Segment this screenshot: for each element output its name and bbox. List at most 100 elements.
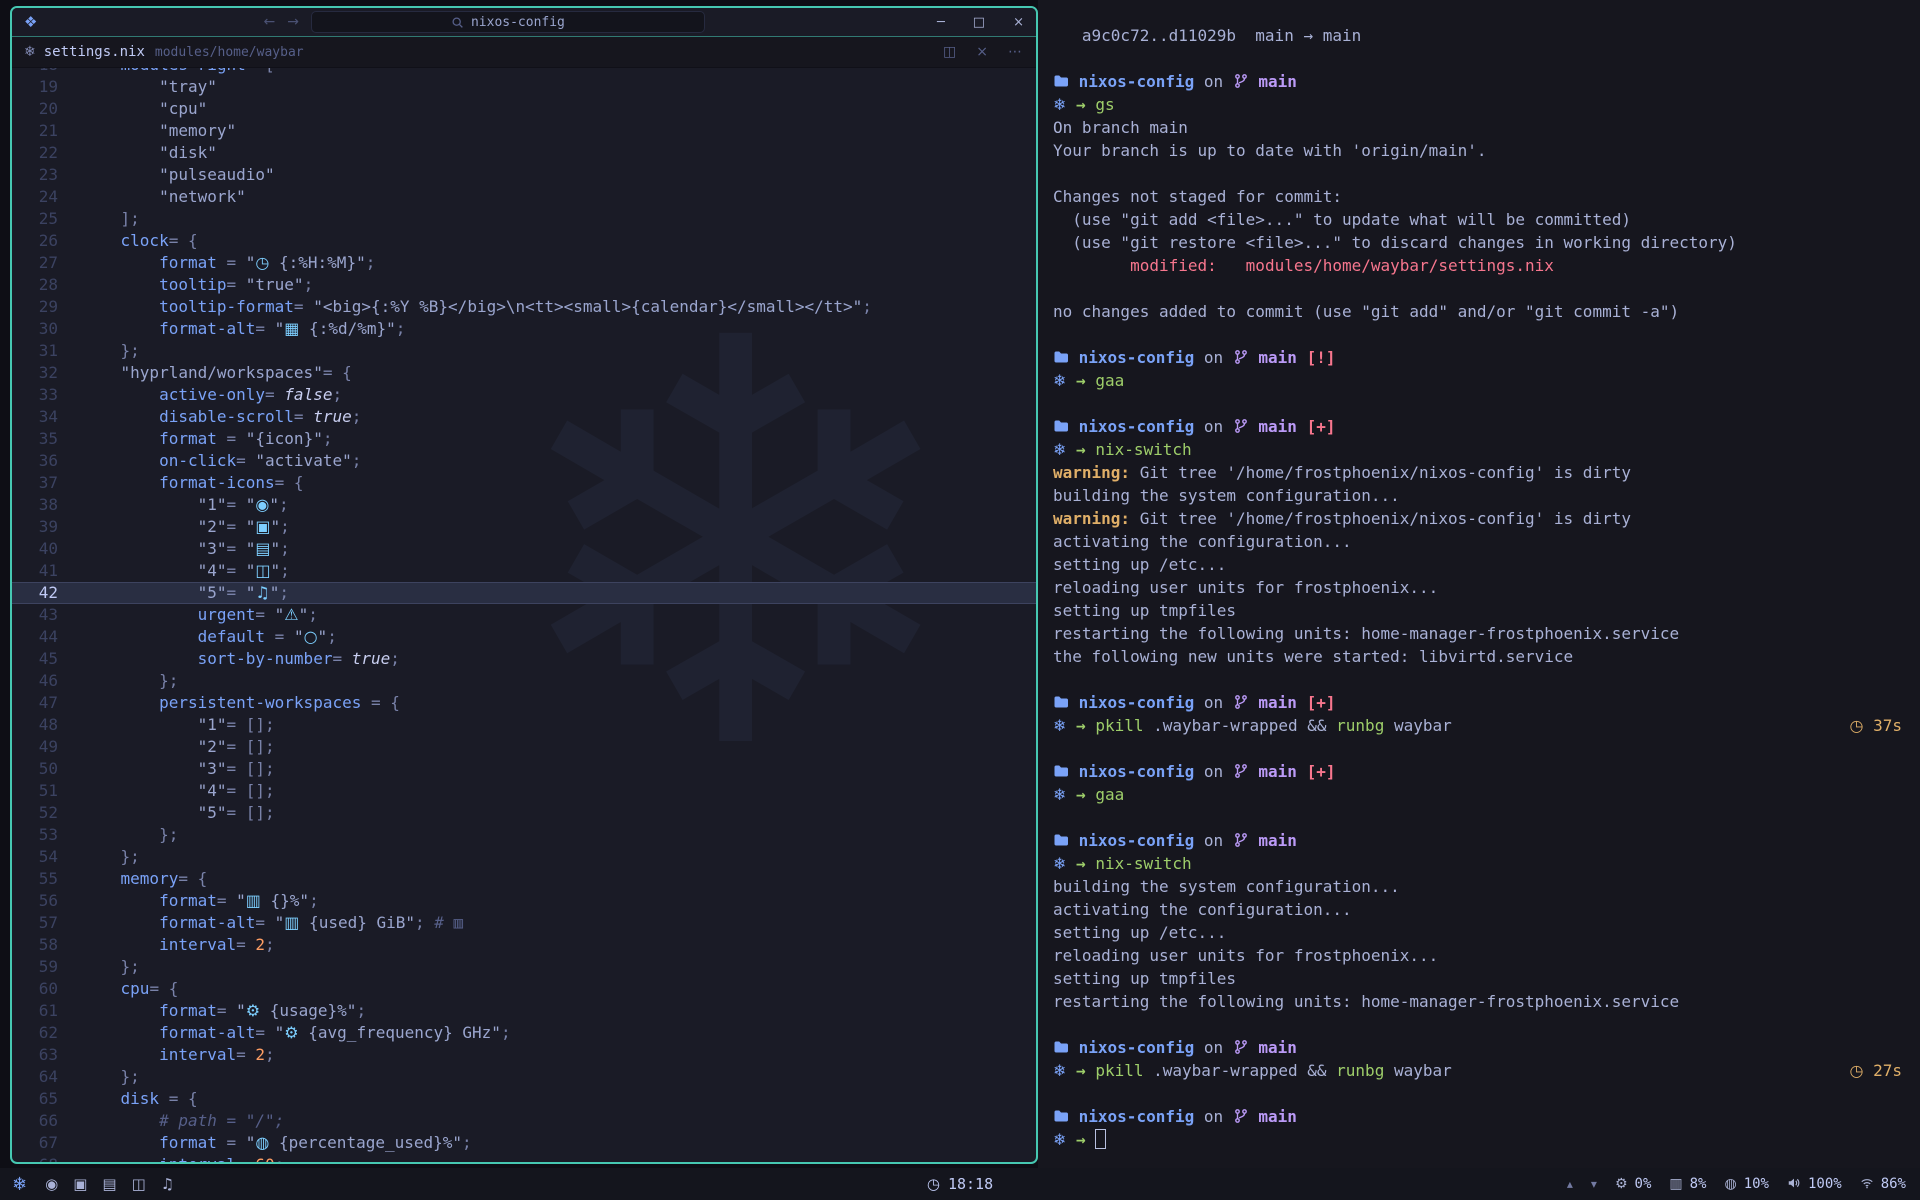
code-line-20[interactable]: 20 "cpu" xyxy=(12,98,1036,120)
cpu-module[interactable]: ⚙0% xyxy=(1615,1176,1651,1192)
line-text: format-icons= { xyxy=(82,472,304,494)
code-line-59[interactable]: 59 }; xyxy=(12,956,1036,978)
code-line-42[interactable]: 42 "5"= "♫"; xyxy=(12,582,1036,604)
code-line-33[interactable]: 33 active-only= false; xyxy=(12,384,1036,406)
flake-icon: ❄ xyxy=(1053,716,1066,735)
code-line-19[interactable]: 19 "tray" xyxy=(12,76,1036,98)
line-text: on-click= "activate"; xyxy=(82,450,361,472)
code-line-44[interactable]: 44 default = "○"; xyxy=(12,626,1036,648)
code-line-38[interactable]: 38 "1"= "◉"; xyxy=(12,494,1036,516)
more-options-icon[interactable]: ⋯ xyxy=(1008,44,1022,60)
terminal-line: nixos-config on main [!] xyxy=(1053,346,1906,369)
tray-icon-2[interactable]: ▾ xyxy=(1591,1177,1597,1191)
code-line-41[interactable]: 41 "4"= "◫"; xyxy=(12,560,1036,582)
code-line-22[interactable]: 22 "disk" xyxy=(12,142,1036,164)
code-line-21[interactable]: 21 "memory" xyxy=(12,120,1036,142)
line-text: "3"= []; xyxy=(82,758,275,780)
code-line-23[interactable]: 23 "pulseaudio" xyxy=(12,164,1036,186)
code-line-40[interactable]: 40 "3"= "▤"; xyxy=(12,538,1036,560)
terminal-line: ❄ → gaa xyxy=(1053,369,1906,392)
code-line-64[interactable]: 64 }; xyxy=(12,1066,1036,1088)
code-line-62[interactable]: 62 format-alt= "⚙ {avg_frequency} GHz"; xyxy=(12,1022,1036,1044)
code-line-56[interactable]: 56 format= "▥ {}%"; xyxy=(12,890,1036,912)
code-line-48[interactable]: 48 "1"= []; xyxy=(12,714,1036,736)
code-line-28[interactable]: 28 tooltip= "true"; xyxy=(12,274,1036,296)
network-module[interactable]: 86% xyxy=(1860,1176,1906,1192)
code-line-49[interactable]: 49 "2"= []; xyxy=(12,736,1036,758)
code-line-26[interactable]: 26 clock= { xyxy=(12,230,1036,252)
split-editor-icon[interactable]: ◫ xyxy=(943,44,956,60)
forward-icon[interactable]: → xyxy=(287,14,299,30)
code-line-66[interactable]: 66 # path = "/"; xyxy=(12,1110,1036,1132)
tab-settings-nix[interactable]: ❄ settings.nix modules/home/waybar xyxy=(24,44,304,60)
close-button[interactable]: × xyxy=(1013,15,1024,30)
code-line-30[interactable]: 30 format-alt= "▦ {:%d/%m}"; xyxy=(12,318,1036,340)
pulseaudio-module[interactable]: 100% xyxy=(1787,1176,1842,1192)
terminal-window[interactable]: a9c0c72..d11029b main → main nixos-confi… xyxy=(1038,0,1920,1168)
code-line-36[interactable]: 36 on-click= "activate"; xyxy=(12,450,1036,472)
line-number: 55 xyxy=(12,868,58,890)
code-line-58[interactable]: 58 interval= 2; xyxy=(12,934,1036,956)
nixos-flake-icon[interactable]: ❄ xyxy=(12,1174,27,1195)
code-area[interactable]: 18 modules-right= [19 "tray"20 "cpu"21 "… xyxy=(12,68,1036,1163)
cpu-value: 0% xyxy=(1635,1176,1652,1192)
terminal-line: (use "git add <file>..." to update what … xyxy=(1053,208,1906,231)
line-number: 26 xyxy=(12,230,58,252)
code-line-24[interactable]: 24 "network" xyxy=(12,186,1036,208)
code-line-65[interactable]: 65 disk = { xyxy=(12,1088,1036,1110)
code-line-57[interactable]: 57 format-alt= "▥ {used} GiB"; # ▥ xyxy=(12,912,1036,934)
code-line-67[interactable]: 67 format = "◍ {percentage_used}%"; xyxy=(12,1132,1036,1154)
code-line-46[interactable]: 46 }; xyxy=(12,670,1036,692)
code-line-54[interactable]: 54 }; xyxy=(12,846,1036,868)
code-line-53[interactable]: 53 }; xyxy=(12,824,1036,846)
code-line-39[interactable]: 39 "2"= "▣"; xyxy=(12,516,1036,538)
code-line-51[interactable]: 51 "4"= []; xyxy=(12,780,1036,802)
disk-module[interactable]: ◍10% xyxy=(1724,1176,1769,1192)
line-text: format-alt= "⚙ {avg_frequency} GHz"; xyxy=(82,1022,511,1044)
maximize-button[interactable]: □ xyxy=(973,15,985,30)
minimize-button[interactable]: ─ xyxy=(937,15,945,30)
code-line-68[interactable]: 68 interval= 60; xyxy=(12,1154,1036,1163)
terminal-line xyxy=(1053,323,1906,346)
code-line-45[interactable]: 45 sort-by-number= true; xyxy=(12,648,1036,670)
workspace-5[interactable]: ♫ xyxy=(161,1175,174,1193)
code-line-35[interactable]: 35 format = "{icon}"; xyxy=(12,428,1036,450)
code-line-29[interactable]: 29 tooltip-format= "<big>{:%Y %B}</big>\… xyxy=(12,296,1036,318)
code-line-47[interactable]: 47 persistent-workspaces = { xyxy=(12,692,1036,714)
code-line-37[interactable]: 37 format-icons= { xyxy=(12,472,1036,494)
project-search[interactable]: nixos-config xyxy=(311,11,705,33)
memory-module[interactable]: ▥8% xyxy=(1669,1176,1706,1192)
line-number: 57 xyxy=(12,912,58,934)
code-line-18[interactable]: 18 modules-right= [ xyxy=(12,68,1036,76)
terminal-line: no changes added to commit (use "git add… xyxy=(1053,300,1906,323)
line-text: }; xyxy=(82,956,140,978)
code-line-60[interactable]: 60 cpu= { xyxy=(12,978,1036,1000)
line-number: 22 xyxy=(12,142,58,164)
tray-icon-1[interactable]: ▴ xyxy=(1567,1177,1573,1191)
workspace-2[interactable]: ▣ xyxy=(73,1175,87,1193)
clock-icon: ◷ xyxy=(1850,1061,1864,1080)
line-text: ]; xyxy=(82,208,140,230)
back-icon[interactable]: ← xyxy=(263,14,275,30)
line-number: 32 xyxy=(12,362,58,384)
tab-close-icon[interactable]: × xyxy=(976,44,988,60)
code-line-27[interactable]: 27 format = "◷ {:%H:%M}"; xyxy=(12,252,1036,274)
code-line-43[interactable]: 43 urgent= "⚠"; xyxy=(12,604,1036,626)
workspace-4[interactable]: ◫ xyxy=(132,1175,146,1193)
code-line-50[interactable]: 50 "3"= []; xyxy=(12,758,1036,780)
clock-module[interactable]: ◷ 18:18 xyxy=(927,1175,993,1193)
workspace-1[interactable]: ◉ xyxy=(45,1175,58,1193)
code-line-61[interactable]: 61 format= "⚙ {usage}%"; xyxy=(12,1000,1036,1022)
line-text: }; xyxy=(82,670,178,692)
code-line-34[interactable]: 34 disable-scroll= true; xyxy=(12,406,1036,428)
window-controls: ─ □ × xyxy=(937,15,1024,30)
code-line-63[interactable]: 63 interval= 2; xyxy=(12,1044,1036,1066)
code-line-55[interactable]: 55 memory= { xyxy=(12,868,1036,890)
code-line-31[interactable]: 31 }; xyxy=(12,340,1036,362)
line-text: format= "▥ {}%"; xyxy=(82,890,319,912)
line-number: 30 xyxy=(12,318,58,340)
code-line-25[interactable]: 25 ]; xyxy=(12,208,1036,230)
code-line-32[interactable]: 32 "hyprland/workspaces"= { xyxy=(12,362,1036,384)
workspace-3[interactable]: ▤ xyxy=(102,1175,116,1193)
code-line-52[interactable]: 52 "5"= []; xyxy=(12,802,1036,824)
